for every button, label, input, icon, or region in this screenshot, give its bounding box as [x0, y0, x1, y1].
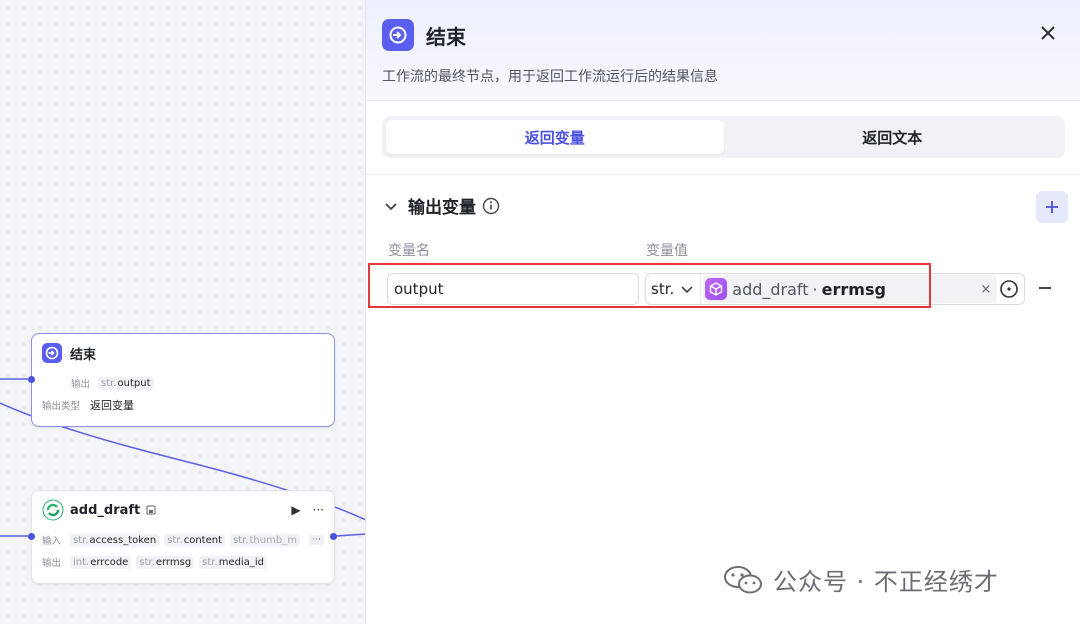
end-node-output-row: 输出 str. output — [32, 372, 334, 394]
tab-return-text[interactable]: 返回文本 — [724, 120, 1062, 154]
output-variables-header[interactable]: 输出变量 — [384, 193, 500, 218]
panel-header: 结束 工作流的最终节点，用于返回工作流运行后的结果信息 — [366, 0, 1080, 101]
info-icon[interactable] — [482, 197, 500, 215]
end-node-title: 结束 — [70, 347, 97, 363]
variable-name-input[interactable] — [387, 273, 639, 305]
plus-icon — [1046, 201, 1058, 213]
add-draft-node-header: add_draft ▶ ··· — [32, 491, 334, 529]
variable-picker-icon[interactable] — [998, 278, 1020, 300]
end-node-header: 结束 — [32, 334, 334, 372]
output-tag-errcode: int. errcode — [70, 555, 132, 569]
variable-reference-chip[interactable]: add_draft · errmsg × — [703, 275, 998, 303]
output-mode-tabs: 返回变量 返回文本 — [382, 116, 1065, 158]
end-node[interactable]: 结束 输出 str. output 输出类型 返回变量 — [31, 333, 335, 427]
clear-reference-icon[interactable]: × — [980, 282, 991, 297]
end-node-input-port[interactable] — [28, 376, 35, 383]
add-draft-node[interactable]: add_draft ▶ ··· 输入 str. access_token str.… — [31, 490, 335, 584]
add-draft-outputs-row: 输出 int. errcode str. errmsg str. media_id — [32, 551, 334, 573]
node-menu-icon[interactable]: ··· — [313, 503, 324, 517]
reference-node-name: add_draft — [732, 279, 809, 299]
add-draft-input-port[interactable] — [28, 533, 35, 540]
reference-separator: · — [812, 279, 818, 299]
panel-title: 结束 — [426, 25, 466, 49]
chevron-down-icon — [681, 286, 693, 294]
section-divider — [366, 174, 1080, 175]
section-title: 输出变量 — [408, 198, 476, 218]
end-node-output-label: 输出 — [70, 379, 90, 390]
chevron-down-icon[interactable] — [384, 199, 398, 213]
run-icon[interactable]: ▶ — [291, 503, 300, 517]
end-node-type-row: 输出类型 返回变量 — [32, 394, 334, 416]
variable-value-field[interactable]: str. add_draft · errmsg × — [645, 273, 1025, 305]
column-label-value: 变量值 — [646, 243, 688, 259]
workflow-canvas[interactable]: 结束 输出 str. output 输出类型 返回变量 add_draft ▶ ·… — [0, 0, 366, 624]
watermark: 公众号 · 不正经绣才 — [723, 562, 999, 597]
reference-field-name: errmsg — [821, 279, 886, 299]
end-node-type-label: 输出类型 — [42, 401, 81, 412]
save-icon — [146, 505, 156, 515]
watermark-text: 公众号 · 不正经绣才 — [773, 568, 999, 596]
plugin-logo-icon — [42, 499, 64, 521]
tab-return-variable[interactable]: 返回变量 — [386, 120, 724, 154]
plugin-cube-icon — [705, 278, 728, 300]
add-draft-input-label: 输入 — [42, 536, 62, 547]
end-node-icon — [42, 343, 62, 363]
input-tag-access-token: str. access_token — [70, 533, 160, 547]
output-tag-errmsg: str. errmsg — [136, 555, 195, 569]
add-variable-button[interactable] — [1036, 191, 1068, 223]
add-draft-inputs-row: 输入 str. access_token str. content str. thum… — [32, 529, 334, 551]
end-icon — [382, 19, 414, 51]
type-select[interactable]: str. — [646, 274, 702, 304]
add-draft-node-title: add_draft — [70, 502, 141, 518]
end-node-type-value: 返回变量 — [90, 399, 134, 412]
close-icon[interactable] — [1037, 22, 1059, 44]
input-tag-thumb: str. thumb_m — [230, 533, 300, 547]
more-inputs-button[interactable]: ··· — [309, 535, 324, 545]
remove-variable-icon[interactable] — [1036, 279, 1054, 297]
add-draft-output-port[interactable] — [330, 533, 337, 540]
add-draft-output-label: 输出 — [42, 558, 62, 569]
end-node-output-tag: str. output — [98, 376, 154, 390]
node-config-panel: 结束 工作流的最终节点，用于返回工作流运行后的结果信息 返回变量 返回文本 输出… — [365, 0, 1080, 624]
wechat-icon — [724, 565, 762, 593]
column-label-name: 变量名 — [388, 243, 430, 259]
panel-description: 工作流的最终节点，用于返回工作流运行后的结果信息 — [382, 69, 718, 85]
type-select-value: str. — [651, 280, 675, 298]
output-tag-media-id: str. media_id — [199, 555, 267, 569]
input-tag-content: str. content — [164, 533, 225, 547]
